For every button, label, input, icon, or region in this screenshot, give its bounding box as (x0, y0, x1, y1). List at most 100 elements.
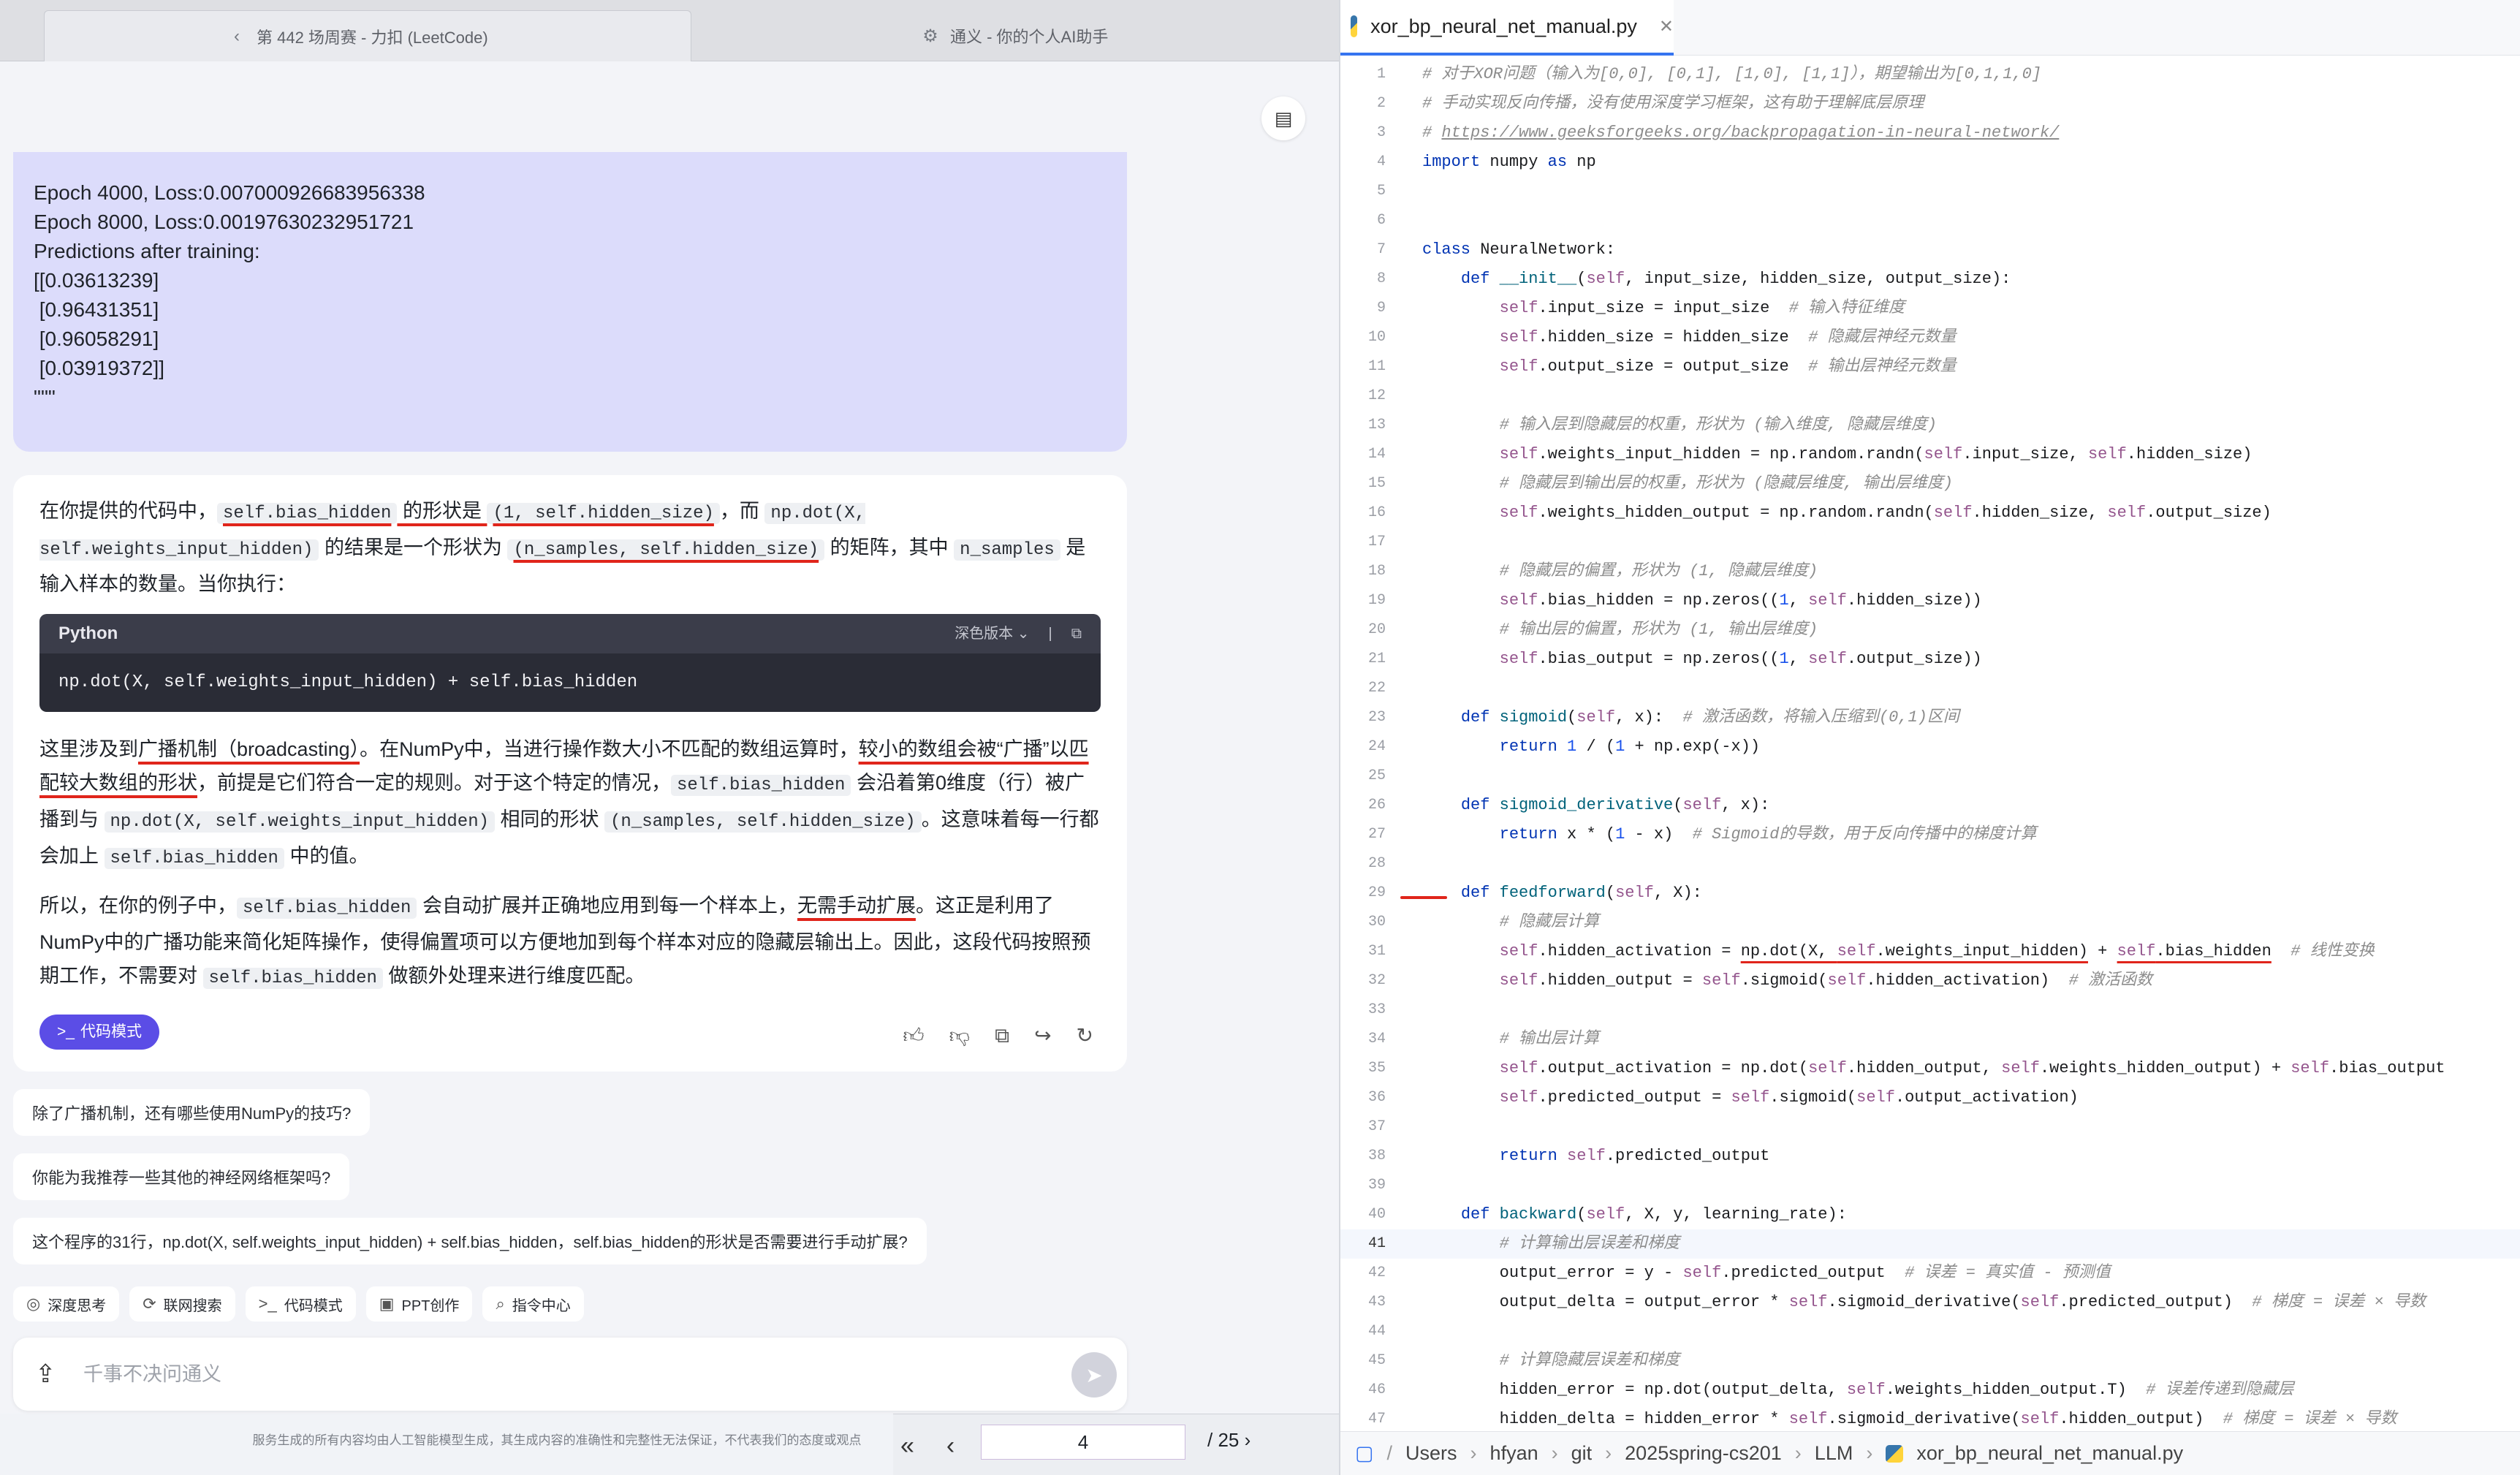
line-number: 12 (1367, 387, 1386, 404)
code-line[interactable]: 15 # 隐藏层到输出层的权重，形状为 (隐藏层维度, 输出层维度) (1340, 469, 2520, 498)
breadcrumb-item[interactable]: Users (1405, 1442, 1457, 1465)
code-line[interactable]: 2 # 手动实现反向传播，没有使用深度学习框架，这有助于理解底层原理 (1340, 89, 2520, 118)
next-page-icon[interactable]: › (1245, 1429, 1251, 1451)
code-text: self.hidden_activation = np.dot(X, self.… (1499, 942, 2375, 960)
upload-icon[interactable]: ⇪ (35, 1360, 56, 1389)
text: ，前提是它们符合一定的规则。对于这个特定的情况， (197, 772, 671, 794)
code-line[interactable]: 5 (1340, 177, 2520, 206)
leetcode-icon: ‹ (234, 26, 240, 46)
thumbs-down-icon[interactable]: 👎︎ (949, 1019, 970, 1053)
suggestion-chip[interactable]: 你能为我推荐一些其他的神经网络框架吗? (13, 1153, 350, 1200)
code-line[interactable]: 12 (1340, 382, 2520, 411)
code-line[interactable]: 10 self.hidden_size = hidden_size # 隐藏层神… (1340, 323, 2520, 352)
code-line[interactable]: 11 self.output_size = output_size # 输出层神… (1340, 352, 2520, 382)
code-line[interactable]: 27 return x * (1 - x) # Sigmoid的导数，用于反向传… (1340, 820, 2520, 849)
code-line[interactable]: 26 def sigmoid_derivative(self, x): (1340, 791, 2520, 820)
code-line[interactable]: 23 def sigmoid(self, x): # 激活函数，将输入压缩到(0… (1340, 703, 2520, 732)
tool-web-search[interactable]: ⟳ 联网搜索 (129, 1286, 235, 1322)
code-line[interactable]: 44 (1340, 1317, 2520, 1346)
code-text: hidden_delta = hidden_error * self.sigmo… (1422, 1410, 2397, 1428)
breadcrumb-item[interactable]: hfyan (1490, 1442, 1538, 1465)
code-line[interactable]: 30 # 隐藏层计算 (1340, 908, 2520, 937)
code-line[interactable]: 22 (1340, 674, 2520, 703)
code-line[interactable]: 43 output_delta = output_error * self.si… (1340, 1288, 2520, 1317)
close-icon[interactable]: ✕ (1659, 16, 1674, 37)
code-editor[interactable]: 1 # 对于XOR问题（输入为[0,0], [0,1], [1,0], [1,1]… (1340, 58, 2520, 1433)
code-line[interactable]: 18 # 隐藏层的偏置，形状为 (1, 隐藏层维度) (1340, 557, 2520, 586)
code-line[interactable]: 32 self.hidden_output = self.sigmoid(sel… (1340, 966, 2520, 996)
suggestion-chip[interactable]: 除了广播机制，还有哪些使用NumPy的技巧? (13, 1089, 371, 1136)
page-number: 4 (1077, 1430, 1089, 1453)
tool-deep-think[interactable]: ◎ 深度思考 (13, 1286, 120, 1322)
code-line[interactable]: 29 def feedforward(self, X): (1340, 879, 2520, 908)
line-number: 42 (1367, 1264, 1386, 1281)
code-line[interactable]: 3 # https://www.geeksforgeeks.org/backpro… (1340, 118, 2520, 148)
line-number: 16 (1367, 504, 1386, 521)
code-line[interactable]: 37 (1340, 1112, 2520, 1142)
code-mode-badge[interactable]: >_ 代码模式 (39, 1015, 159, 1050)
breadcrumb-item[interactable]: 2025spring-cs201 (1625, 1442, 1782, 1465)
first-page-icon[interactable]: « (900, 1432, 914, 1460)
chat-input[interactable] (83, 1357, 990, 1392)
code-line[interactable]: 42 output_error = y - self.predicted_out… (1340, 1259, 2520, 1288)
code-line[interactable]: 4 import numpy as np (1340, 148, 2520, 177)
code-line[interactable]: 36 self.predicted_output = self.sigmoid(… (1340, 1083, 2520, 1112)
code-line[interactable]: 16 self.weights_hidden_output = np.rando… (1340, 498, 2520, 528)
theme-select[interactable]: 深色版本 ⌄ (955, 617, 1029, 651)
prev-page-icon[interactable]: ‹ (946, 1432, 955, 1460)
code-line[interactable]: 39 (1340, 1171, 2520, 1200)
send-button[interactable]: ➤ (1071, 1352, 1117, 1398)
document-icon[interactable]: ▤ (1261, 96, 1305, 140)
code-line[interactable]: 35 self.output_activation = np.dot(self.… (1340, 1054, 2520, 1083)
code-line[interactable]: 13 # 输入层到隐藏层的权重，形状为 (输入维度, 隐藏层维度) (1340, 411, 2520, 440)
code-text: self.predicted_output = self.sigmoid(sel… (1499, 1088, 2079, 1107)
suggestion-chip[interactable]: 这个程序的31行，np.dot(X, self.weights_input_hi… (13, 1218, 927, 1264)
tool-command-center[interactable]: ⌕ 指令中心 (482, 1286, 584, 1322)
code-line[interactable]: 28 (1340, 849, 2520, 879)
code-line[interactable]: 47 hidden_delta = hidden_error * self.si… (1340, 1405, 2520, 1434)
regenerate-icon[interactable]: ↻ (1077, 1019, 1093, 1053)
code-line[interactable]: 7 class NeuralNetwork: (1340, 235, 2520, 265)
code-line[interactable]: 46 hidden_error = np.dot(output_delta, s… (1340, 1376, 2520, 1405)
code-line[interactable]: 41 # 计算输出层误差和梯度 (1340, 1229, 2520, 1259)
line-number: 41 (1367, 1235, 1386, 1252)
page-number-select[interactable]: 4 (981, 1425, 1185, 1460)
code-line[interactable]: 40 def backward(self, X, y, learning_rat… (1340, 1200, 2520, 1229)
code-line[interactable]: 31 self.hidden_activation = np.dot(X, se… (1340, 937, 2520, 966)
tab-leetcode[interactable]: ‹ 第 442 场周赛 - 力扣 (LeetCode) (44, 10, 691, 61)
code-line[interactable]: 24 return 1 / (1 + np.exp(-x)) (1340, 732, 2520, 762)
code-line[interactable]: 33 (1340, 996, 2520, 1025)
inline-code: self.bias_hidden (217, 503, 398, 524)
code-line[interactable]: 19 self.bias_hidden = np.zeros((1, self.… (1340, 586, 2520, 615)
line-number: 31 (1367, 943, 1386, 960)
code-line[interactable]: 9 self.input_size = input_size # 输入特征维度 (1340, 294, 2520, 323)
file-tab[interactable]: xor_bp_neural_net_manual.py ✕ (1340, 0, 1674, 56)
thumbs-up-icon[interactable]: 👍︎ (903, 1019, 924, 1053)
code-line[interactable]: 8 def __init__(self, input_size, hidden_… (1340, 265, 2520, 294)
code-line[interactable]: 25 (1340, 762, 2520, 791)
tab-tongyi[interactable]: ⚙ 通义 - 你的个人AI助手 (914, 10, 1323, 61)
code-line[interactable]: 17 (1340, 528, 2520, 557)
copy-icon[interactable]: ⧉ (1071, 617, 1082, 651)
tab-title: 通义 - 你的个人AI助手 (950, 28, 1109, 46)
code-line[interactable]: 6 (1340, 206, 2520, 235)
breadcrumb-item[interactable]: LLM (1815, 1442, 1853, 1465)
code-line[interactable]: 45 # 计算隐藏层误差和梯度 (1340, 1346, 2520, 1376)
tool-ppt[interactable]: ▣ PPT创作 (365, 1286, 473, 1322)
line-number: 2 (1376, 95, 1386, 112)
tool-code-mode[interactable]: >_ 代码模式 (245, 1286, 356, 1322)
code-line[interactable]: 21 self.bias_output = np.zeros((1, self.… (1340, 645, 2520, 674)
code-line[interactable]: 34 # 输出层计算 (1340, 1025, 2520, 1054)
breadcrumb-item[interactable]: git (1571, 1442, 1593, 1465)
suggestion-text: 除了广播机制，还有哪些使用NumPy的技巧? (32, 1104, 352, 1123)
code-line[interactable]: 38 return self.predicted_output (1340, 1142, 2520, 1171)
copy-icon[interactable]: ⧉ (995, 1019, 1009, 1053)
share-icon[interactable]: ↪ (1034, 1019, 1051, 1053)
page-total: / 25 › (1207, 1429, 1250, 1452)
code-line[interactable]: 1 # 对于XOR问题（输入为[0,0], [0,1], [1,0], [1,1]… (1340, 60, 2520, 89)
code-line[interactable]: 14 self.weights_input_hidden = np.random… (1340, 440, 2520, 469)
code-text: self.hidden_size = hidden_size # 隐藏层神经元数… (1499, 328, 1957, 346)
output-line: Epoch 8000, Loss:0.0019763023295172​1 (34, 211, 414, 233)
code-line[interactable]: 20 # 输出层的偏置，形状为 (1, 输出层维度) (1340, 615, 2520, 645)
breadcrumb-item[interactable]: xor_bp_neural_net_manual.py (1916, 1442, 2183, 1465)
